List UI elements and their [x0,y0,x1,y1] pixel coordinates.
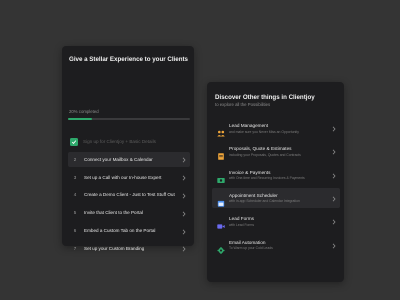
discover-item-title: Appointment Scheduler [229,192,278,198]
progress-bar-fill [68,118,93,120]
step-label: Create a Demo Client - Just to Test Stuf… [84,192,175,198]
chevron-right-icon [332,142,336,160]
video-icon [217,217,225,229]
onboarding-step[interactable]: 7 Set up your Custom Branding [68,241,190,256]
discover-item-desc: with in-app Scheduler and Calendar Integ… [229,199,300,204]
chevron-right-icon [182,222,186,240]
discover-item-desc: and make sure you Never Miss an Opportun… [229,129,299,134]
chevron-right-icon [332,236,336,254]
discover-item[interactable]: Lead Management and make sure you Never M… [212,118,340,138]
onboarding-step[interactable]: 6 Embed a Custom Tab on the Portal [68,223,190,238]
chevron-right-icon [182,150,186,168]
step-number: 4 [73,192,77,198]
discover-item-desc: including your Proposals, Quotes and Con… [229,152,301,157]
chevron-right-icon [332,119,336,137]
step-number: 3 [73,174,77,180]
step-label: Set up your Custom Branding [84,245,145,251]
chevron-right-icon [332,166,336,184]
discover-item-title: Lead Forms [229,216,255,222]
step-number: 5 [73,210,77,216]
discover-item-desc: with Lead Forms [229,222,255,227]
chevron-right-icon [332,189,336,207]
onboarding-step[interactable]: 3 Set up a Call with our In-house Expert [68,170,190,185]
discover-item[interactable]: Invoice & Payments with One-time and Recu… [212,165,340,185]
onboarding-step[interactable]: 5 Invite that Client to the Portal [68,205,190,220]
gear-icon [217,241,225,254]
discover-item[interactable]: Proposals, Quote & Estimates including yo… [212,141,340,161]
step-label: Sign up for Clientjoy + Basic Details [83,139,156,144]
discover-item-title: Lead Management [229,123,269,128]
discover-item[interactable]: Email Automation To Warm up your Cold Lea… [212,235,340,255]
discover-card: Discover Other things in Clientjoy to ex… [207,82,344,282]
discover-item-desc: To Warm up your Cold Leads [229,246,273,250]
discover-item[interactable]: Lead Forms with Lead Forms [212,211,340,231]
step-label: Set up a Call with our In-house Expert [84,174,162,180]
step-number: 7 [73,245,77,251]
discover-title: Discover Other things in Clientjoy [215,94,315,101]
progress-bar [68,118,190,120]
chevron-right-icon [332,212,336,230]
discover-item[interactable]: Appointment Scheduler with in-app Schedul… [212,187,340,208]
onboarding-step[interactable]: Sign up for Clientjoy + Basic Details [68,134,190,149]
onboarding-step[interactable]: 2 Connect your Mailbox & Calendar [68,150,190,168]
discover-item-desc: with One-time and Recurring Invoices & P… [229,176,305,181]
step-number: 2 [73,156,77,162]
chevron-right-icon [182,204,186,222]
onboarding-title: Give a Stellar Experience to your Client… [69,56,188,63]
people-icon [217,124,225,137]
progress-text: 20% completed [69,109,99,114]
discover-item-title: Proposals, Quote & Estimates [229,146,292,152]
step-label: Connect your Mailbox & Calendar [84,156,153,162]
step-label: Invite that Client to the Portal [84,210,143,216]
discover-item-title: Email Automation [229,239,266,245]
check-icon [70,137,78,146]
discover-subtitle: to explore all the Possibilities [215,102,271,107]
discover-item-title: Invoice & Payments [229,169,271,175]
document-icon [217,147,225,161]
chevron-right-icon [182,186,186,204]
money-icon [217,171,225,183]
chevron-right-icon [182,239,186,257]
step-label: Embed a Custom Tab on the Portal [84,228,156,233]
onboarding-card: Give a Stellar Experience to your Client… [62,46,194,252]
step-number: 6 [73,228,77,233]
onboarding-step[interactable]: 4 Create a Demo Client - Just to Test Stu… [68,187,190,202]
calendar-icon [217,194,225,207]
chevron-right-icon [182,168,186,186]
